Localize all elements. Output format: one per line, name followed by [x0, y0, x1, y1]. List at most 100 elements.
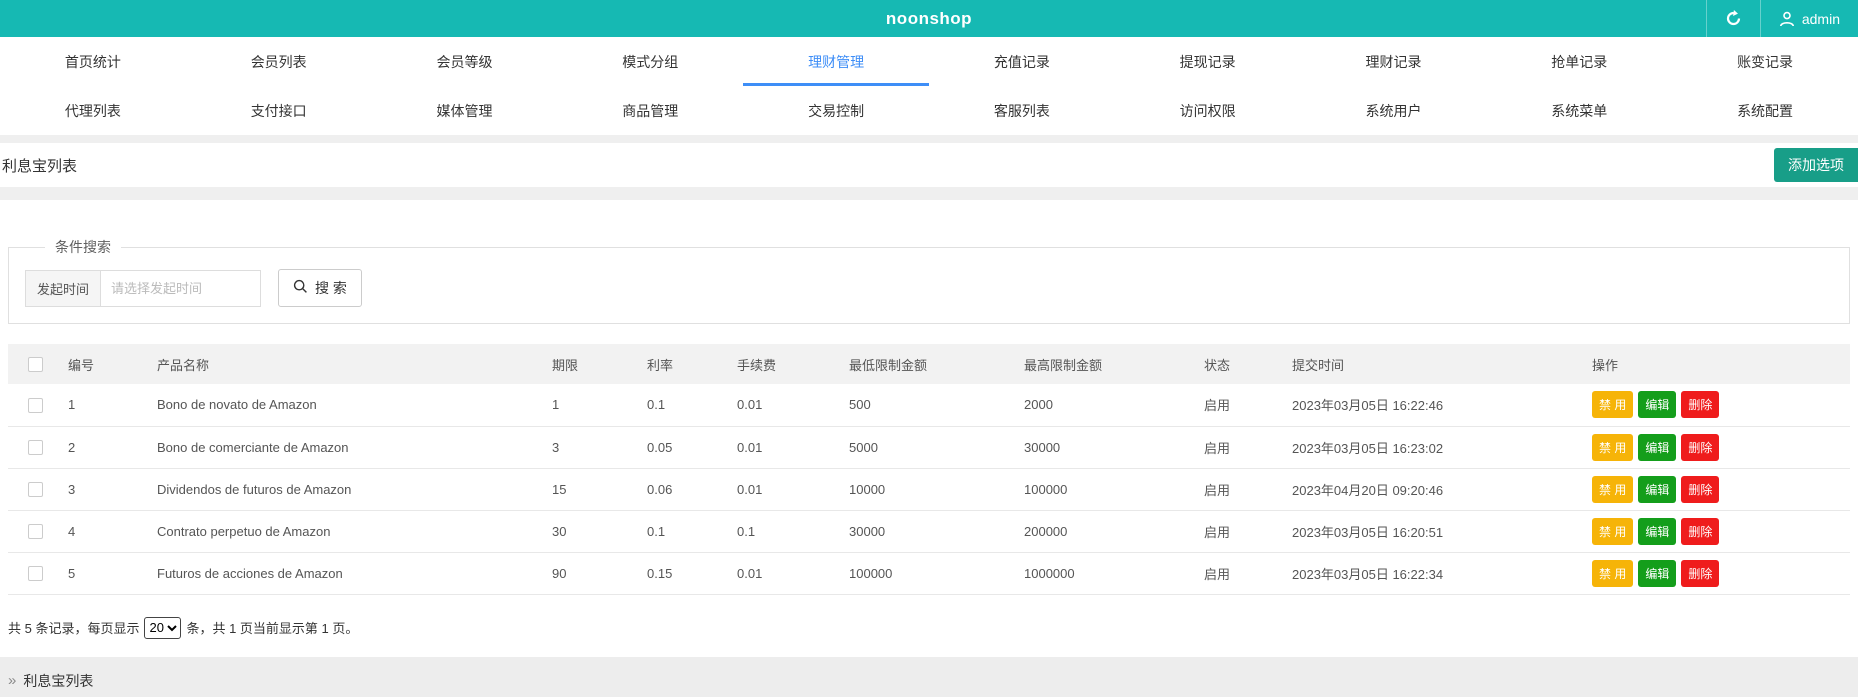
edit-button[interactable]: 编辑	[1638, 391, 1676, 418]
select-all-checkbox[interactable]	[28, 357, 43, 372]
nav-tab[interactable]: 客服列表	[929, 86, 1115, 135]
nav-tab-label: 提现记录	[1180, 52, 1236, 72]
edit-button[interactable]: 编辑	[1638, 518, 1676, 545]
cell-time: 2023年03月05日 16:23:02	[1280, 426, 1580, 468]
nav-tab-label: 首页统计	[65, 52, 121, 72]
nav-tab[interactable]: 系统菜单	[1486, 86, 1672, 135]
divider-strip	[0, 187, 1858, 200]
nav-tab-label: 系统配置	[1737, 101, 1793, 121]
delete-button[interactable]: 删除	[1681, 476, 1719, 503]
cell-actions: 禁 用编辑删除	[1580, 384, 1850, 426]
delete-button[interactable]: 删除	[1681, 391, 1719, 418]
nav-tab-label: 理财记录	[1365, 52, 1421, 72]
col-header-time: 提交时间	[1280, 344, 1580, 384]
col-header-term: 期限	[540, 344, 635, 384]
col-header-min: 最低限制金额	[837, 344, 1012, 384]
nav-tab-label: 账变记录	[1737, 52, 1793, 72]
nav-tab[interactable]: 会员列表	[186, 37, 372, 86]
refresh-button[interactable]	[1706, 0, 1760, 37]
nav-tab-label: 客服列表	[994, 101, 1050, 121]
nav-tab[interactable]: 支付接口	[186, 86, 372, 135]
cell-fee: 0.01	[725, 552, 837, 594]
nav-tab[interactable]: 交易控制	[743, 86, 929, 135]
table-row: 4Contrato perpetuo de Amazon300.10.13000…	[8, 510, 1850, 552]
pagination-suffix: 条，共 1 页当前显示第 1 页。	[186, 618, 358, 637]
disable-button[interactable]: 禁 用	[1592, 391, 1633, 418]
cell-time: 2023年04月20日 09:20:46	[1280, 468, 1580, 510]
products-table: 编号 产品名称 期限 利率 手续费 最低限制金额 最高限制金额 状态 提交时间 …	[8, 344, 1850, 595]
cell-name: Futuros de acciones de Amazon	[145, 552, 540, 594]
nav-tab[interactable]: 账变记录	[1672, 37, 1858, 86]
cell-status: 启用	[1192, 468, 1280, 510]
content-panel: 条件搜索 发起时间 搜 索	[0, 237, 1858, 657]
row-checkbox[interactable]	[28, 440, 43, 455]
nav-tab-label: 模式分组	[622, 52, 678, 72]
page-titlebar: 利息宝列表 添加选项	[0, 143, 1858, 187]
delete-button[interactable]: 删除	[1681, 518, 1719, 545]
nav-tab[interactable]: 模式分组	[557, 37, 743, 86]
disable-button[interactable]: 禁 用	[1592, 434, 1633, 461]
cell-rate: 0.1	[635, 510, 725, 552]
cell-id: 5	[50, 552, 145, 594]
cell-min: 100000	[837, 552, 1012, 594]
edit-button[interactable]: 编辑	[1638, 560, 1676, 587]
nav-row-2: 代理列表 支付接口媒体管理商品管理交易控制 客服列表 访问权限 系统用户 系统菜单 系统配置	[0, 86, 1858, 135]
nav-tab-label: 代理列表	[65, 101, 121, 121]
table-row: 5Futuros de acciones de Amazon900.150.01…	[8, 552, 1850, 594]
search-fieldset: 条件搜索 发起时间 搜 索	[8, 237, 1850, 324]
cell-time: 2023年03月05日 16:22:46	[1280, 384, 1580, 426]
edit-button[interactable]: 编辑	[1638, 434, 1676, 461]
nav-tab[interactable]: 访问权限	[1115, 86, 1301, 135]
row-checkbox[interactable]	[28, 398, 43, 413]
footer-breadcrumb-bar: » 利息宝列表	[0, 657, 1858, 697]
nav-tab[interactable]: 系统配置	[1672, 86, 1858, 135]
cell-max: 30000	[1012, 426, 1192, 468]
disable-button[interactable]: 禁 用	[1592, 476, 1633, 503]
nav-tab[interactable]: 理财管理	[743, 37, 929, 86]
nav-tab[interactable]: 抢单记录	[1486, 37, 1672, 86]
cell-fee: 0.01	[725, 468, 837, 510]
nav-tab[interactable]: 充值记录	[929, 37, 1115, 86]
nav-tab[interactable]: 会员等级	[372, 37, 558, 86]
row-checkbox[interactable]	[28, 524, 43, 539]
search-button[interactable]: 搜 索	[278, 269, 362, 307]
cell-id: 1	[50, 384, 145, 426]
start-time-label: 发起时间	[25, 270, 101, 307]
refresh-icon	[1725, 10, 1742, 27]
nav-tab[interactable]: 媒体管理	[372, 86, 558, 135]
nav-tab[interactable]: 提现记录	[1115, 37, 1301, 86]
row-checkbox[interactable]	[28, 566, 43, 581]
cell-term: 30	[540, 510, 635, 552]
cell-min: 500	[837, 384, 1012, 426]
user-menu[interactable]: admin	[1760, 0, 1858, 37]
table-row: 1Bono de novato de Amazon10.10.015002000…	[8, 384, 1850, 426]
nav-tab[interactable]: 代理列表	[0, 86, 186, 135]
search-legend: 条件搜索	[45, 237, 121, 257]
pagination: 共 5 条记录，每页显示 20 条，共 1 页当前显示第 1 页。	[8, 617, 1850, 639]
cell-actions: 禁 用编辑删除	[1580, 426, 1850, 468]
main-nav: 首页统计 会员列表 会员等级 模式分组 理财管理 充值记录 提现记录 理财记录 抢单记录 账变记录…	[0, 37, 1858, 135]
nav-tab-label: 系统用户	[1365, 101, 1421, 121]
add-option-button[interactable]: 添加选项	[1774, 148, 1858, 182]
nav-tab[interactable]: 系统用户	[1301, 86, 1487, 135]
nav-tab-label: 系统菜单	[1551, 101, 1607, 121]
cell-term: 15	[540, 468, 635, 510]
col-header-status: 状态	[1192, 344, 1280, 384]
nav-tab[interactable]: 商品管理	[557, 86, 743, 135]
nav-tab-label: 理财管理	[808, 52, 864, 72]
edit-button[interactable]: 编辑	[1638, 476, 1676, 503]
cell-status: 启用	[1192, 426, 1280, 468]
delete-button[interactable]: 删除	[1681, 560, 1719, 587]
col-header-id: 编号	[50, 344, 145, 384]
page-size-select[interactable]: 20	[144, 617, 181, 639]
cell-rate: 0.06	[635, 468, 725, 510]
nav-tab[interactable]: 首页统计	[0, 37, 186, 86]
nav-tab-label: 会员等级	[436, 52, 492, 72]
disable-button[interactable]: 禁 用	[1592, 518, 1633, 545]
nav-tab[interactable]: 理财记录	[1301, 37, 1487, 86]
delete-button[interactable]: 删除	[1681, 434, 1719, 461]
row-checkbox[interactable]	[28, 482, 43, 497]
disable-button[interactable]: 禁 用	[1592, 560, 1633, 587]
start-time-input[interactable]	[101, 270, 261, 307]
cell-max: 2000	[1012, 384, 1192, 426]
